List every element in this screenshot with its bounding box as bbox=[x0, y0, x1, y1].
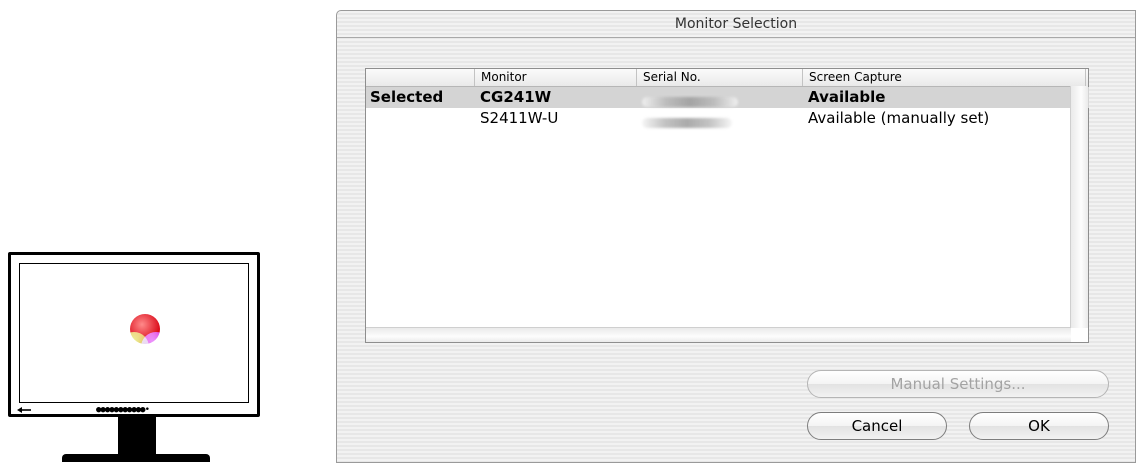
horizontal-scrollbar[interactable] bbox=[366, 327, 1071, 342]
monitor-illustration: ●●●●●●●●●●●• bbox=[0, 0, 300, 463]
cancel-button[interactable]: Cancel bbox=[807, 412, 947, 440]
monitor-stand-neck bbox=[118, 416, 156, 454]
monitor-buttons: ●●●●●●●●●●●• bbox=[96, 405, 150, 415]
serial-number-blurred bbox=[642, 92, 738, 107]
table-row[interactable]: Selected CG241W Available bbox=[366, 87, 1089, 108]
column-header-screen-capture[interactable]: Screen Capture bbox=[802, 69, 1085, 86]
rgb-color-logo-icon bbox=[119, 314, 171, 362]
vertical-scrollbar[interactable] bbox=[1070, 86, 1088, 328]
monitor-stand-base bbox=[62, 454, 210, 462]
column-header-serial[interactable]: Serial No. bbox=[636, 69, 802, 86]
sensor-icon bbox=[17, 407, 31, 413]
serial-number-blurred bbox=[642, 113, 732, 128]
monitor-selection-dialog: Monitor Selection Monitor Serial No. Scr… bbox=[336, 10, 1136, 463]
ok-button[interactable]: OK bbox=[969, 412, 1109, 440]
monitor-screen bbox=[19, 263, 249, 403]
dialog-title: Monitor Selection bbox=[337, 11, 1135, 38]
column-header-selected[interactable] bbox=[366, 69, 474, 86]
monitor-table: Monitor Serial No. Screen Capture Select… bbox=[365, 68, 1089, 343]
table-header: Monitor Serial No. Screen Capture bbox=[366, 69, 1088, 87]
screen-capture-status: Available (manually set) bbox=[808, 109, 990, 127]
column-header-corner bbox=[1085, 69, 1107, 86]
manual-settings-button[interactable]: Manual Settings... bbox=[807, 370, 1109, 398]
monitor-name: CG241W bbox=[480, 88, 552, 106]
bezel-control-strip: ●●●●●●●●●●●• bbox=[13, 405, 255, 415]
column-header-monitor[interactable]: Monitor bbox=[474, 69, 636, 86]
monitor-name: S2411W-U bbox=[480, 109, 559, 127]
screen-capture-status: Available bbox=[808, 88, 886, 106]
selected-indicator: Selected bbox=[370, 88, 444, 106]
table-row[interactable]: S2411W-U Available (manually set) bbox=[366, 108, 1089, 129]
monitor-bezel: ●●●●●●●●●●●• bbox=[8, 252, 260, 417]
